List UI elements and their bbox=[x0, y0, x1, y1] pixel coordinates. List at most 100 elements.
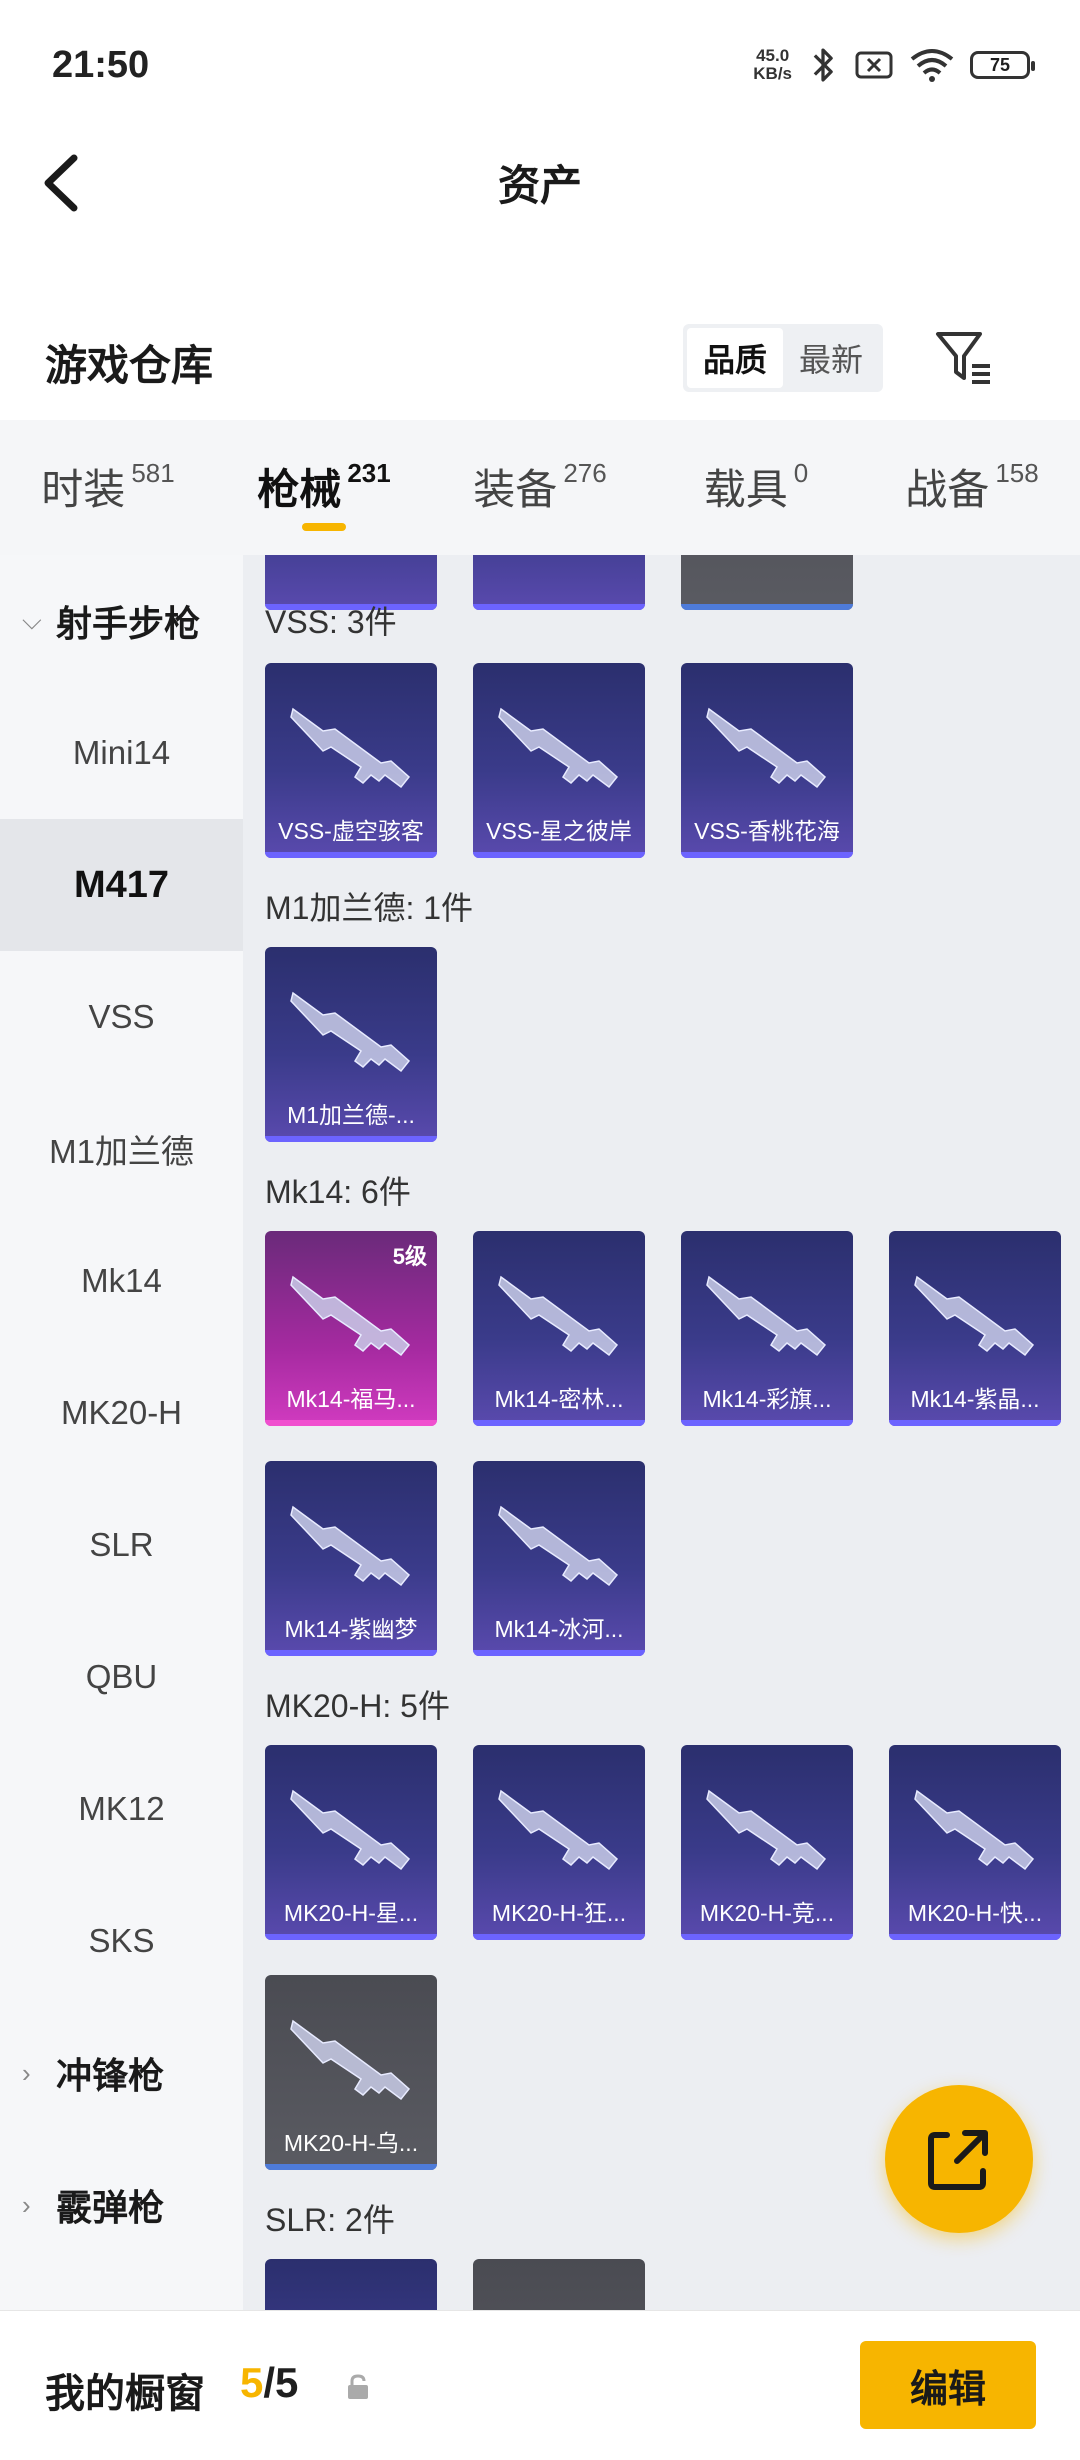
tab-label: 战备 bbox=[905, 466, 990, 513]
skin-card[interactable]: 5级 Mk14-福马... bbox=[265, 1231, 437, 1426]
chevron-down-icon: ⌵ bbox=[22, 605, 42, 635]
rifle-icon bbox=[907, 1259, 1043, 1369]
bluetooth-icon bbox=[813, 48, 833, 82]
sidebar-item-qbu[interactable]: QBU bbox=[0, 1611, 243, 1743]
rifle-icon bbox=[283, 2003, 419, 2113]
sort-toggle: 品质 最新 bbox=[683, 324, 883, 392]
tab-label: 装备 bbox=[473, 466, 558, 513]
sidebar-item-sks[interactable]: SKS bbox=[0, 1875, 243, 2007]
tab-combat-supplies[interactable]: 战备 158 bbox=[864, 420, 1080, 555]
showcase-separator: / bbox=[263, 2359, 276, 2406]
skin-card-name: Mk14-紫晶... bbox=[910, 1386, 1040, 1412]
filter-icon[interactable] bbox=[930, 324, 996, 390]
rifle-icon bbox=[699, 1773, 835, 1883]
skin-card[interactable]: VSS-香桃花海 bbox=[681, 663, 853, 858]
wifi-icon bbox=[910, 49, 954, 82]
skin-card[interactable]: Mk14-彩旗... bbox=[681, 1231, 853, 1426]
sidebar-item-m417[interactable]: M417 bbox=[0, 819, 243, 951]
partial-card[interactable] bbox=[473, 2259, 645, 2310]
group-label-m1-garand: M1加兰德: 1件 bbox=[265, 890, 474, 926]
share-icon bbox=[928, 2130, 988, 2190]
skin-card-name: Mk14-福马... bbox=[286, 1386, 416, 1412]
tab-equipment[interactable]: 装备 276 bbox=[432, 420, 648, 555]
sort-newest-option[interactable]: 最新 bbox=[783, 328, 879, 388]
skin-card-name: MK20-H-竞... bbox=[699, 1900, 835, 1926]
sidebar-item-slr[interactable]: SLR bbox=[0, 1479, 243, 1611]
partial-card[interactable] bbox=[681, 555, 853, 610]
skin-card-name: M1加兰德-... bbox=[287, 1102, 415, 1128]
tab-count: 581 bbox=[131, 458, 175, 488]
sidebar-group-label: 霰弹枪 bbox=[56, 2187, 165, 2228]
group-label-vss: VSS: 3件 bbox=[265, 604, 397, 640]
network-speed: 45.0 KB/s bbox=[753, 47, 792, 83]
tab-count: 231 bbox=[347, 458, 391, 488]
status-time: 21:50 bbox=[52, 44, 150, 86]
sort-quality-option[interactable]: 品质 bbox=[687, 328, 783, 388]
skin-card[interactable]: MK20-H-狂... bbox=[473, 1745, 645, 1940]
tab-vehicles[interactable]: 载具 0 bbox=[648, 420, 864, 555]
tab-count: 0 bbox=[793, 458, 809, 488]
partial-card[interactable] bbox=[265, 2259, 437, 2310]
rifle-icon bbox=[699, 691, 835, 801]
edit-button[interactable]: 编辑 bbox=[860, 2341, 1036, 2429]
sidebar-group-smg[interactable]: › 冲锋枪 bbox=[0, 2007, 243, 2139]
chevron-right-icon: › bbox=[22, 2189, 31, 2220]
tab-count: 276 bbox=[563, 458, 607, 488]
rifle-icon bbox=[699, 1259, 835, 1369]
sidebar-item-mini14[interactable]: Mini14 bbox=[0, 687, 243, 819]
skin-card[interactable]: VSS-星之彼岸 bbox=[473, 663, 645, 858]
status-bar: 21:50 45.0 KB/s 75 bbox=[0, 0, 1080, 130]
sidebar-group-marksman-rifles[interactable]: ⌵ 射手步枪 bbox=[0, 555, 243, 687]
skin-card[interactable]: Mk14-紫幽梦 bbox=[265, 1461, 437, 1656]
sidebar-group-label: 冲锋枪 bbox=[56, 2055, 165, 2096]
skin-card-name: VSS-星之彼岸 bbox=[486, 818, 632, 844]
share-button[interactable] bbox=[885, 2085, 1033, 2233]
skin-card-name: VSS-虚空骇客 bbox=[278, 818, 424, 844]
rifle-icon bbox=[283, 691, 419, 801]
tab-firearms[interactable]: 枪械 231 bbox=[216, 420, 432, 555]
skin-card[interactable]: MK20-H-乌... bbox=[265, 1975, 437, 2170]
status-icons: 45.0 KB/s 75 bbox=[753, 46, 1035, 84]
rifle-icon bbox=[283, 1489, 419, 1599]
skin-card-name: MK20-H-乌... bbox=[283, 2130, 419, 2156]
sidebar-group-shotguns[interactable]: › 霰弹枪 bbox=[0, 2139, 243, 2271]
tab-label: 载具 bbox=[703, 466, 788, 513]
chevron-right-icon: › bbox=[22, 2057, 31, 2088]
skin-card-name: Mk14-冰河... bbox=[494, 1616, 624, 1642]
rifle-icon bbox=[491, 1489, 627, 1599]
skin-card-name: VSS-香桃花海 bbox=[694, 818, 840, 844]
skin-card-name: MK20-H-星... bbox=[283, 1900, 419, 1926]
skin-card[interactable]: Mk14-密林... bbox=[473, 1231, 645, 1426]
lock-icon bbox=[348, 2374, 368, 2399]
category-tabs: 时装 581 枪械 231 装备 276 载具 0 战备 158 bbox=[0, 420, 1080, 555]
skin-card[interactable]: MK20-H-快... bbox=[889, 1745, 1061, 1940]
skin-card[interactable]: VSS-虚空骇客 bbox=[265, 663, 437, 858]
network-speed-unit: KB/s bbox=[753, 64, 792, 83]
tab-count: 158 bbox=[995, 458, 1039, 488]
skin-card[interactable]: MK20-H-星... bbox=[265, 1745, 437, 1940]
skin-card[interactable]: M1加兰德-... bbox=[265, 947, 437, 1142]
network-speed-value: 45.0 bbox=[756, 46, 790, 65]
sidebar-group-label: 射手步枪 bbox=[56, 603, 201, 644]
showcase-current: 5 bbox=[240, 2359, 264, 2406]
sidebar-item-mk20-h[interactable]: MK20-H bbox=[0, 1347, 243, 1479]
sim-off-icon bbox=[855, 51, 893, 79]
skin-card[interactable]: Mk14-冰河... bbox=[473, 1461, 645, 1656]
rifle-icon bbox=[283, 1773, 419, 1883]
skin-card[interactable]: Mk14-紫晶... bbox=[889, 1231, 1061, 1426]
rifle-icon bbox=[283, 1259, 419, 1369]
group-label-mk14: Mk14: 6件 bbox=[265, 1174, 411, 1210]
weapon-skin-grid[interactable]: VSS: 3件 VSS-虚空骇客 VSS-星之彼岸 VSS-香桃花海 M1加兰德… bbox=[243, 555, 1080, 2310]
showcase-count: 5/5 bbox=[240, 2359, 298, 2407]
tab-fashion[interactable]: 时装 581 bbox=[0, 420, 216, 555]
skin-card[interactable]: MK20-H-竞... bbox=[681, 1745, 853, 1940]
sidebar-item-m1-garand[interactable]: M1加兰德 bbox=[0, 1083, 243, 1215]
skin-card-name: MK20-H-快... bbox=[907, 1900, 1043, 1926]
showcase-label: 我的橱窗 bbox=[45, 2372, 205, 2416]
skin-card-name: Mk14-彩旗... bbox=[702, 1386, 832, 1412]
sidebar-item-mk12[interactable]: MK12 bbox=[0, 1743, 243, 1875]
sidebar-item-vss[interactable]: VSS bbox=[0, 951, 243, 1083]
skin-card-name: MK20-H-狂... bbox=[491, 1900, 627, 1926]
sidebar-item-mk14[interactable]: Mk14 bbox=[0, 1215, 243, 1347]
partial-card[interactable] bbox=[473, 555, 645, 610]
